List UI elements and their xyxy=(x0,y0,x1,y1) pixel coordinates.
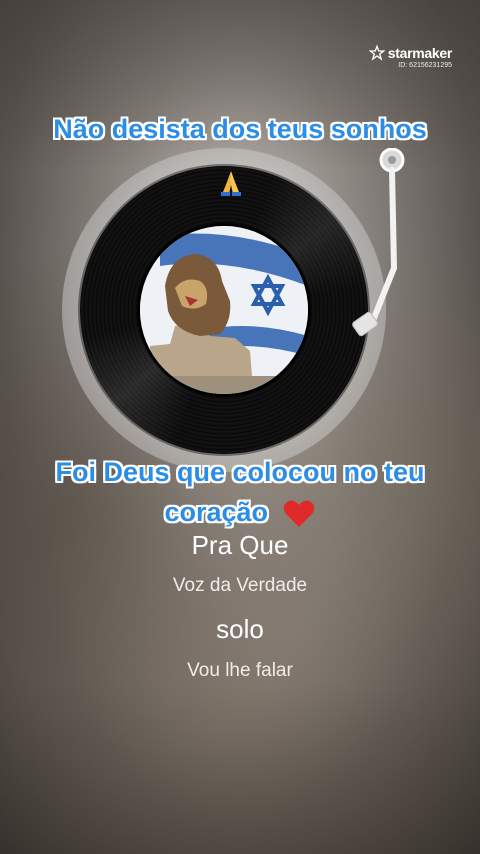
watermark-id: ID: 62156231295 xyxy=(398,62,452,69)
sing-mode: solo xyxy=(216,614,264,644)
watermark-brand: starmaker xyxy=(387,45,453,61)
song-title: Pra Que xyxy=(191,530,289,560)
starmaker-star-icon xyxy=(368,45,385,61)
lyric-line-current: Não desista dos teus sonhos xyxy=(53,114,427,144)
lyric-line-next-part2-wrap: coração xyxy=(0,492,480,532)
lyric-line-next: Foi Deus que colocou no teu coração xyxy=(0,452,480,532)
lyric-line-next-part1: Foi Deus que colocou no teu xyxy=(55,457,425,487)
red-heart-emoji-icon xyxy=(283,500,314,527)
pray-emoji-icon xyxy=(221,171,241,196)
album-cover-art xyxy=(140,226,308,394)
lyric-line-next-part2: coração xyxy=(164,497,269,527)
starmaker-watermark: starmaker ID: 62156231295 xyxy=(368,45,453,69)
song-artist: Voz da Verdade xyxy=(172,575,308,596)
upcoming-lyric: Vou lhe falar xyxy=(187,660,293,681)
lion-flag-artwork xyxy=(140,226,308,394)
tonearm xyxy=(352,148,405,337)
